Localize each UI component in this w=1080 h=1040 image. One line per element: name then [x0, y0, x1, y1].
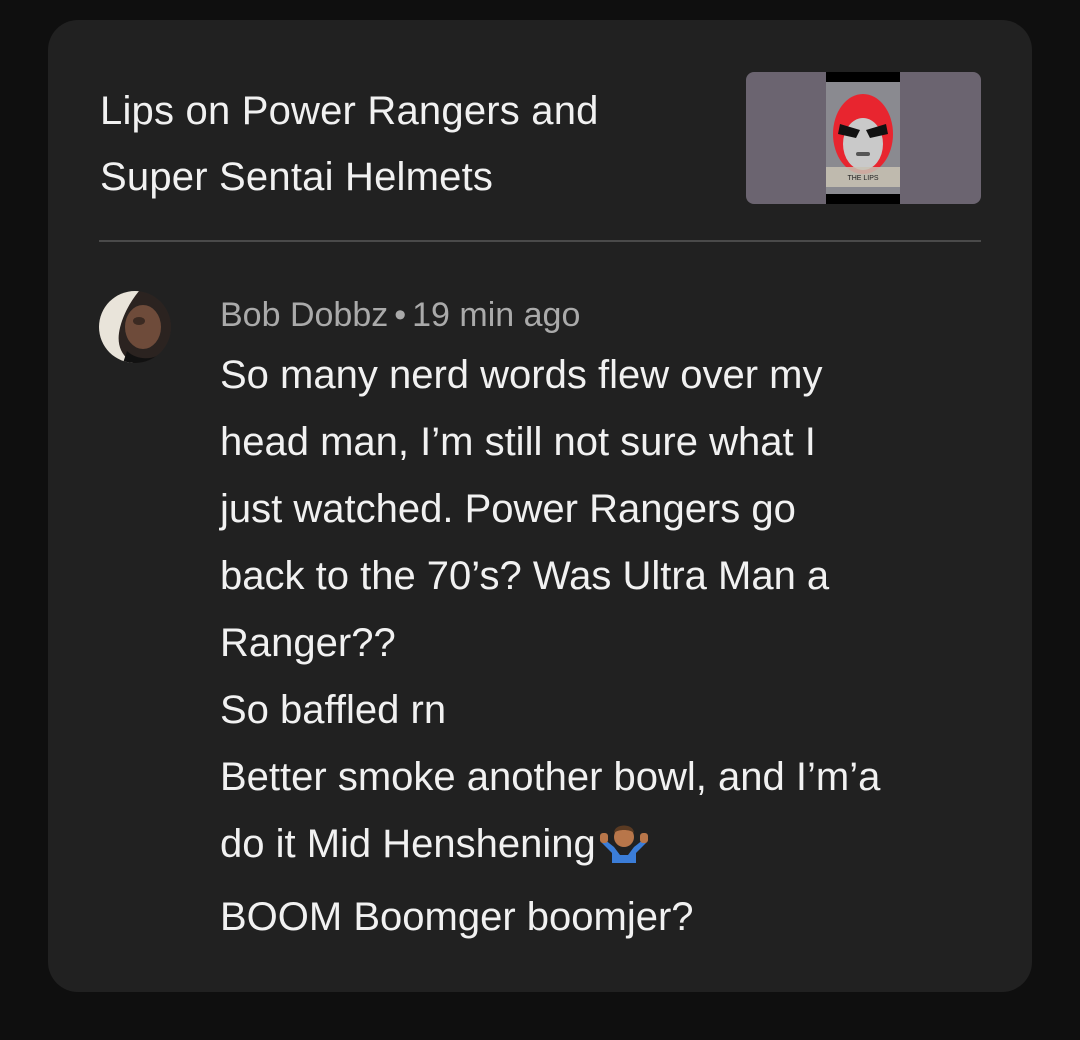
video-title[interactable]: Lips on Power Rangers and Super Sentai H…	[100, 78, 700, 210]
comment-timestamp: 19 min ago	[412, 296, 581, 334]
comment-body: So many nerd words flew over my head man…	[220, 342, 1010, 951]
red-ranger-helmet-icon: THE LIPS	[826, 72, 900, 204]
comment-line: So baffled rn	[220, 688, 447, 732]
comment: Bob Dobbz • 19 min ago So many nerd words …	[220, 288, 1010, 951]
avatar-image	[99, 291, 171, 363]
avatar[interactable]	[99, 291, 171, 363]
comment-line-text: do it Mid Henshening	[220, 822, 596, 866]
comment-line: Ranger??	[220, 621, 396, 665]
video-title-line-1: Lips on Power Rangers and	[100, 89, 599, 133]
comment-line: head man, I’m still not sure what I	[220, 420, 816, 464]
video-title-line-2: Super Sentai Helmets	[100, 155, 494, 199]
divider	[99, 240, 981, 242]
comment-line: BOOM Boomger boomjer?	[220, 895, 694, 939]
comment-line: back to the 70’s? Was Ultra Man a	[220, 554, 830, 598]
comment-author[interactable]: Bob Dobbz	[220, 296, 388, 334]
comment-line: Better smoke another bowl, and I’m’a	[220, 755, 881, 799]
video-thumbnail[interactable]: THE LIPS	[746, 72, 981, 204]
comment-line: just watched. Power Rangers go	[220, 487, 796, 531]
comment-line: So many nerd words flew over my	[220, 353, 823, 397]
comment-line-with-emoji: do it Mid Henshening	[220, 811, 1010, 884]
meta-separator: •	[394, 296, 407, 334]
thumbnail-caption: THE LIPS	[847, 175, 878, 182]
shrug-emoji-icon	[599, 817, 648, 884]
comment-card: Lips on Power Rangers and Super Sentai H…	[48, 20, 1032, 992]
comment-meta: Bob Dobbz • 19 min ago	[220, 288, 1010, 342]
